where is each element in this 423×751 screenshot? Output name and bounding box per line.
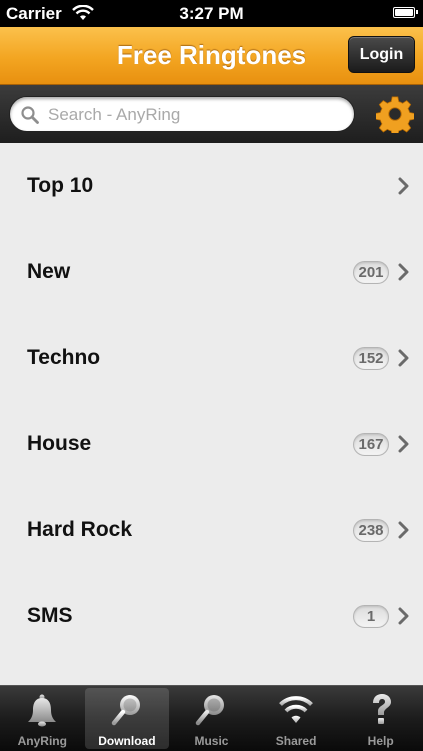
count-badge: 1 [353, 605, 389, 628]
search-icon [21, 106, 39, 124]
list-item-techno[interactable]: Techno 152 [0, 315, 423, 401]
tab-shared[interactable]: Shared [254, 686, 339, 751]
search-icon [196, 695, 225, 726]
search-input[interactable] [46, 97, 350, 133]
wifi-icon [279, 696, 313, 723]
list-item-top-10[interactable]: Top 10 [0, 143, 423, 229]
list-item-house[interactable]: House 167 [0, 401, 423, 487]
tab-label: AnyRing [17, 734, 67, 748]
search-bar [0, 85, 423, 143]
search-icon [111, 695, 140, 726]
tab-bar: AnyRing Download Music Shared Help [0, 685, 423, 751]
chevron-right-icon [398, 177, 409, 195]
tab-anyring[interactable]: AnyRing [0, 686, 85, 751]
gear-icon[interactable] [376, 95, 414, 133]
category-list: Top 10 New 201 Techno 152 House 167 Hard… [0, 143, 423, 685]
chevron-right-icon [398, 263, 409, 281]
list-item-label: SMS [27, 604, 73, 627]
count-badge: 167 [353, 433, 389, 456]
tab-help[interactable]: Help [338, 686, 423, 751]
list-item-sms[interactable]: SMS 1 [0, 573, 423, 659]
login-button[interactable]: Login [348, 36, 415, 73]
list-item-label: New [27, 260, 71, 283]
search-field[interactable] [9, 96, 355, 133]
chevron-right-icon [398, 521, 409, 539]
bell-icon [28, 694, 57, 727]
battery-icon [393, 7, 418, 18]
chevron-right-icon [398, 607, 409, 625]
tab-label: Help [367, 734, 394, 748]
tab-label: Shared [275, 734, 317, 748]
tab-download[interactable]: Download [84, 688, 170, 749]
tab-label: Music [194, 734, 229, 748]
question-icon [372, 694, 391, 724]
list-item-label: House [27, 432, 92, 455]
count-badge: 201 [353, 261, 389, 284]
list-item-new[interactable]: New 201 [0, 229, 423, 315]
list-item-label: Top 10 [27, 174, 94, 197]
count-badge: 238 [353, 519, 389, 542]
list-item-hard-rock[interactable]: Hard Rock 238 [0, 487, 423, 573]
status-bar: Carrier 3:27 PM [0, 0, 423, 27]
tab-music[interactable]: Music [169, 686, 254, 751]
count-badge: 152 [353, 347, 389, 370]
chevron-right-icon [398, 349, 409, 367]
list-item-label: Hard Rock [27, 518, 133, 541]
clock: 3:27 PM [179, 4, 244, 23]
list-item-label: Techno [27, 346, 101, 369]
navigation-bar: Free Ringtones Login [0, 27, 423, 85]
chevron-right-icon [398, 435, 409, 453]
tab-label: Download [98, 734, 156, 748]
